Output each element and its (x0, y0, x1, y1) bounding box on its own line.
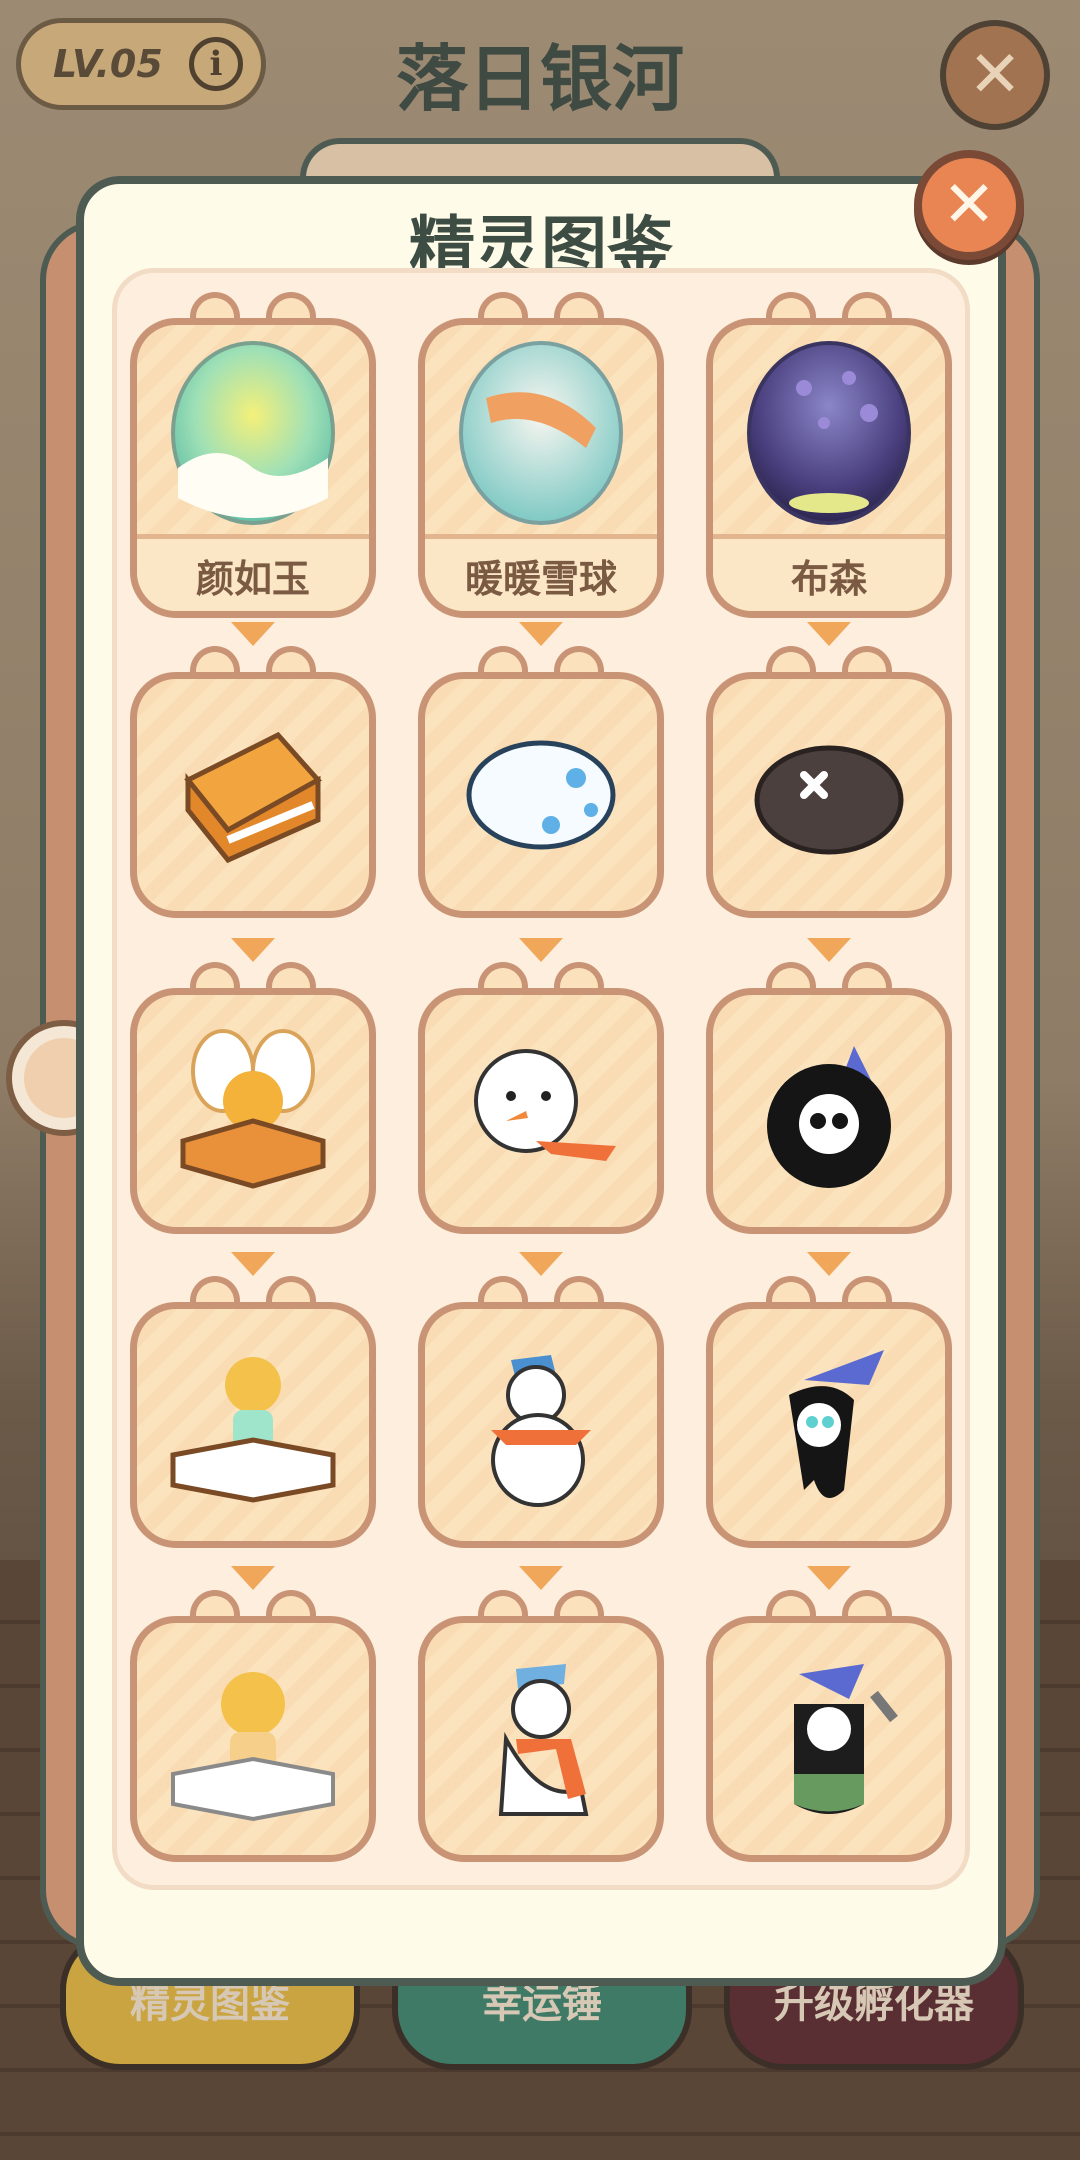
egg-card[interactable]: 布森 (706, 292, 952, 618)
info-icon[interactable]: i (189, 37, 243, 91)
card-frame (418, 672, 664, 918)
wizard-ghost-icon (744, 1340, 914, 1510)
snowball-egg-icon (456, 341, 626, 525)
sprite-card[interactable] (130, 1276, 376, 1548)
down-arrow-icon (519, 622, 563, 646)
card-frame (130, 672, 376, 918)
down-arrow-icon (231, 1252, 275, 1276)
egg-label: 暖暖雪球 (425, 534, 657, 611)
card-frame: 布森 (706, 318, 952, 618)
sprite-card[interactable] (418, 1276, 664, 1548)
fairy-book-icon (168, 1026, 338, 1196)
card-frame (130, 1616, 376, 1862)
level-text: LV.05 (53, 42, 163, 86)
egg-label: 布森 (713, 534, 945, 611)
down-arrow-icon (807, 622, 851, 646)
card-frame (706, 988, 952, 1234)
level-badge[interactable]: LV.05 i (16, 18, 266, 110)
card-frame (418, 1302, 664, 1548)
sprite-card[interactable] (706, 646, 952, 918)
card-frame (706, 672, 952, 918)
down-arrow-icon (807, 1252, 851, 1276)
card-frame (706, 1616, 952, 1862)
egg-card[interactable]: 暖暖雪球 (418, 292, 664, 618)
page-title: 落日银河 (395, 37, 684, 121)
sprite-card[interactable] (418, 1590, 664, 1862)
jade-egg-icon (168, 341, 338, 525)
down-arrow-icon (231, 938, 275, 962)
galaxy-egg-icon (744, 341, 914, 525)
sprite-card[interactable] (130, 1590, 376, 1862)
card-frame: 颜如玉 (130, 318, 376, 618)
skull-ghost-icon (744, 1026, 914, 1196)
egg-label: 颜如玉 (137, 534, 369, 611)
sprite-card[interactable] (418, 646, 664, 918)
snowman-scarf-icon (456, 1654, 626, 1824)
card-frame (130, 988, 376, 1234)
modal-close-icon[interactable]: ✕ (914, 150, 1024, 260)
white-egg-icon (456, 710, 626, 880)
sprite-card[interactable] (418, 962, 664, 1234)
card-frame (418, 1616, 664, 1862)
sprite-card[interactable] (706, 962, 952, 1234)
sprite-card[interactable] (130, 962, 376, 1234)
snowman-icon (456, 1340, 626, 1510)
down-arrow-icon (807, 938, 851, 962)
close-icon[interactable]: ✕ (940, 20, 1050, 130)
sprite-card[interactable] (130, 646, 376, 918)
card-frame: 暖暖雪球 (418, 318, 664, 618)
card-frame (418, 988, 664, 1234)
down-arrow-icon (807, 1566, 851, 1590)
reaper-ghost-icon (744, 1654, 914, 1824)
sprite-card[interactable] (706, 1590, 952, 1862)
snowman-head-icon (456, 1026, 626, 1196)
card-frame (706, 1302, 952, 1548)
sprite-card[interactable] (706, 1276, 952, 1548)
elf-fairy-icon (168, 1340, 338, 1510)
book-icon (168, 710, 338, 880)
down-arrow-icon (231, 1566, 275, 1590)
egg-card[interactable]: 颜如玉 (130, 292, 376, 618)
golden-fairy-icon (168, 1654, 338, 1824)
card-frame (130, 1302, 376, 1548)
down-arrow-icon (519, 938, 563, 962)
dark-stone-icon (744, 710, 914, 880)
down-arrow-icon (519, 1566, 563, 1590)
down-arrow-icon (519, 1252, 563, 1276)
down-arrow-icon (231, 622, 275, 646)
